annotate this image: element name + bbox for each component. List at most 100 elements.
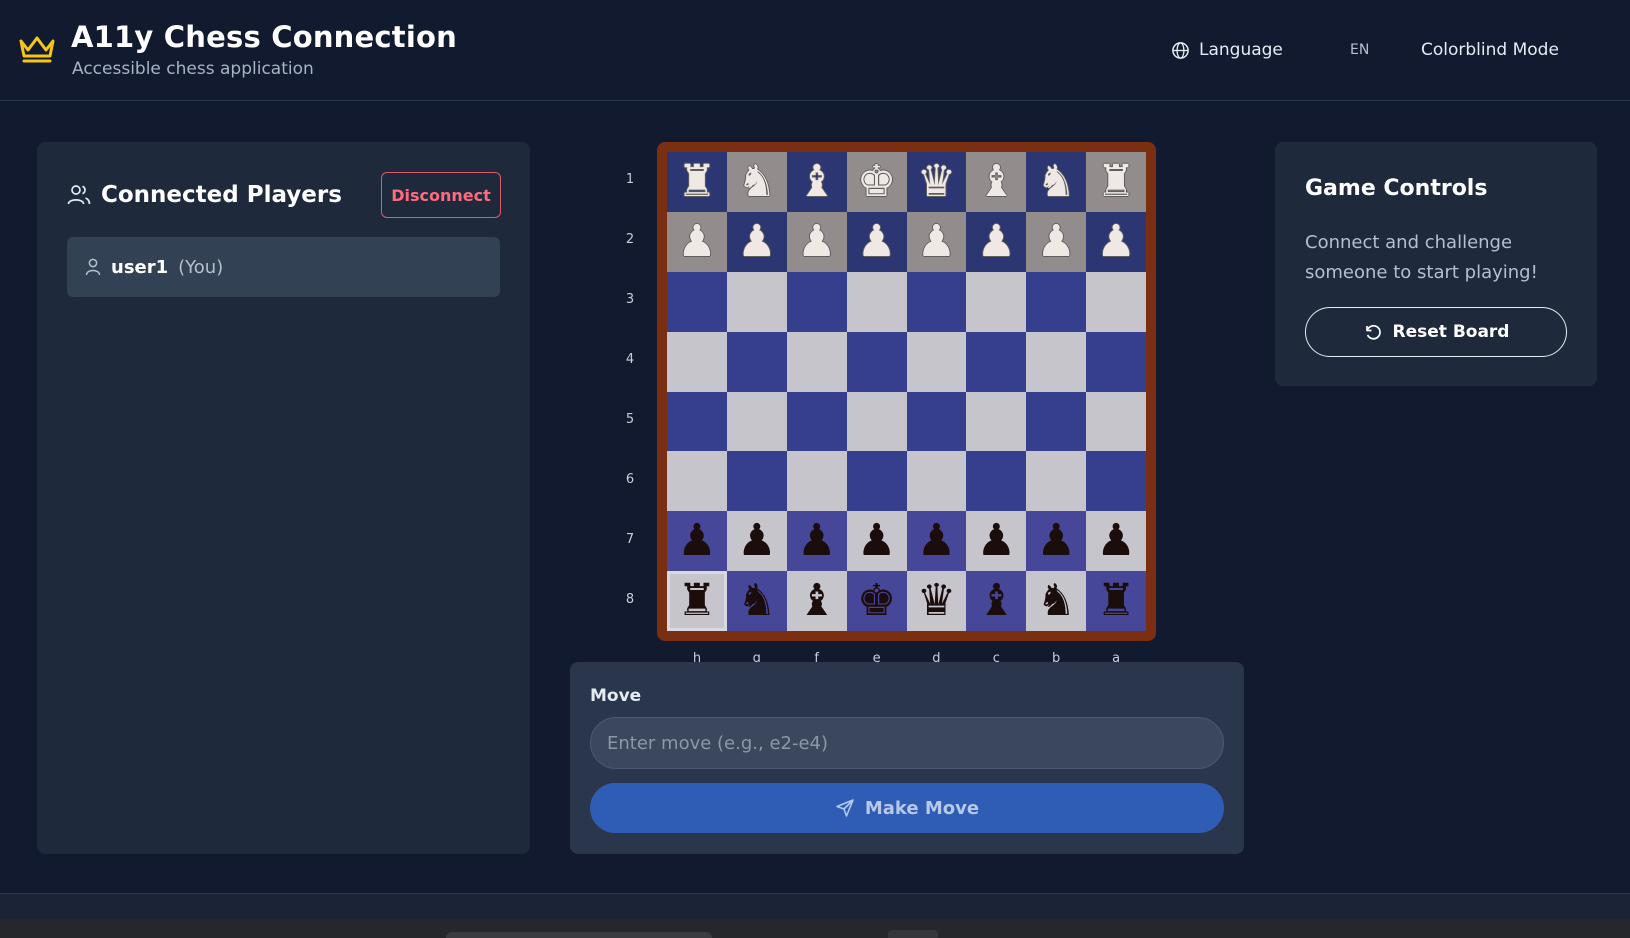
board-square-b2[interactable]: ♟ xyxy=(1026,211,1087,272)
board-square-b3[interactable] xyxy=(1026,271,1087,332)
chess-piece[interactable]: ♟ xyxy=(677,519,716,563)
board-square-g8[interactable]: ♞ xyxy=(726,571,787,631)
player-list-item[interactable]: user1 (You) xyxy=(67,237,500,297)
board-square-c6[interactable] xyxy=(966,451,1027,512)
chess-piece[interactable]: ♛ xyxy=(917,579,956,623)
board-square-e3[interactable] xyxy=(846,271,907,332)
board-square-h7[interactable]: ♟ xyxy=(667,511,727,572)
move-input[interactable] xyxy=(590,717,1224,769)
board-square-d7[interactable]: ♟ xyxy=(906,511,967,572)
board-square-f6[interactable] xyxy=(786,451,847,512)
chess-piece[interactable]: ♝ xyxy=(797,579,836,623)
board-square-a4[interactable] xyxy=(1086,331,1146,392)
board-square-g4[interactable] xyxy=(726,331,787,392)
chess-piece[interactable]: ♜ xyxy=(1096,579,1135,623)
board-square-h1[interactable]: ♜ xyxy=(667,152,727,212)
chess-piece[interactable]: ♟ xyxy=(1036,519,1075,563)
board-square-c8[interactable]: ♝ xyxy=(966,571,1027,631)
chess-piece[interactable]: ♛ xyxy=(917,159,956,204)
board-square-a7[interactable]: ♟ xyxy=(1086,511,1146,572)
board-square-c7[interactable]: ♟ xyxy=(966,511,1027,572)
board-square-d2[interactable]: ♟ xyxy=(906,211,967,272)
chess-piece[interactable]: ♟ xyxy=(1096,219,1135,264)
chess-piece[interactable]: ♟ xyxy=(857,219,896,264)
chess-board[interactable]: ♜ ♞ ♝ ♚ ♛ ♝ ♞ ♜ ♟ ♟ ♟ ♟ ♟ ♟ ♟ ♟ ♟ ♟ ♟ ♟ ♟ ♟ ♟ ♟ ♜ ♞ ♝ ♚ ♛ ♝ ♞ ♜ xyxy=(667,152,1146,631)
board-square-a5[interactable] xyxy=(1086,391,1146,452)
board-square-g7[interactable]: ♟ xyxy=(726,511,787,572)
chess-piece[interactable]: ♚ xyxy=(857,159,896,204)
chess-piece[interactable]: ♟ xyxy=(1036,219,1075,264)
chess-piece[interactable]: ♟ xyxy=(977,219,1016,264)
chess-piece[interactable]: ♞ xyxy=(1036,579,1075,623)
board-square-e7[interactable]: ♟ xyxy=(846,511,907,572)
board-square-b8[interactable]: ♞ xyxy=(1026,571,1087,631)
board-square-d4[interactable] xyxy=(906,331,967,392)
chess-piece[interactable]: ♟ xyxy=(737,519,776,563)
chess-piece[interactable]: ♝ xyxy=(797,159,836,204)
board-square-e4[interactable] xyxy=(846,331,907,392)
board-square-d5[interactable] xyxy=(906,391,967,452)
board-square-e1[interactable]: ♚ xyxy=(846,152,907,212)
board-square-f4[interactable] xyxy=(786,331,847,392)
reset-board-button[interactable]: Reset Board xyxy=(1305,307,1567,357)
board-square-h8[interactable]: ♜ xyxy=(667,571,727,631)
board-square-a8[interactable]: ♜ xyxy=(1086,571,1146,631)
board-square-g2[interactable]: ♟ xyxy=(726,211,787,272)
board-square-g3[interactable] xyxy=(726,271,787,332)
language-button[interactable]: Language xyxy=(1171,36,1283,64)
chess-piece[interactable]: ♟ xyxy=(797,519,836,563)
disconnect-button[interactable]: Disconnect xyxy=(381,172,501,218)
board-square-e2[interactable]: ♟ xyxy=(846,211,907,272)
board-square-f8[interactable]: ♝ xyxy=(786,571,847,631)
board-square-d3[interactable] xyxy=(906,271,967,332)
board-square-e5[interactable] xyxy=(846,391,907,452)
chess-piece[interactable]: ♞ xyxy=(1036,159,1075,204)
chess-piece[interactable]: ♜ xyxy=(677,159,716,204)
board-square-c1[interactable]: ♝ xyxy=(966,152,1027,212)
colorblind-mode-button[interactable]: Colorblind Mode xyxy=(1421,36,1559,64)
board-square-h4[interactable] xyxy=(667,331,727,392)
chess-piece[interactable]: ♝ xyxy=(977,159,1016,204)
language-code-button[interactable]: EN xyxy=(1350,36,1369,64)
board-square-g5[interactable] xyxy=(726,391,787,452)
make-move-button[interactable]: Make Move xyxy=(590,783,1224,833)
board-square-b6[interactable] xyxy=(1026,451,1087,512)
board-square-h3[interactable] xyxy=(667,271,727,332)
taskbar-tab[interactable] xyxy=(446,932,712,938)
board-square-a2[interactable]: ♟ xyxy=(1086,211,1146,272)
chess-piece[interactable]: ♟ xyxy=(857,519,896,563)
board-square-b5[interactable] xyxy=(1026,391,1087,452)
board-square-d8[interactable]: ♛ xyxy=(906,571,967,631)
board-square-b1[interactable]: ♞ xyxy=(1026,152,1087,212)
chess-piece[interactable]: ♟ xyxy=(677,219,716,264)
chess-piece[interactable]: ♜ xyxy=(677,579,716,623)
board-square-f1[interactable]: ♝ xyxy=(786,152,847,212)
chess-piece[interactable]: ♞ xyxy=(737,159,776,204)
chess-piece[interactable]: ♟ xyxy=(977,519,1016,563)
board-square-a3[interactable] xyxy=(1086,271,1146,332)
board-square-c3[interactable] xyxy=(966,271,1027,332)
board-square-h6[interactable] xyxy=(667,451,727,512)
board-square-d6[interactable] xyxy=(906,451,967,512)
board-square-d1[interactable]: ♛ xyxy=(906,152,967,212)
board-square-b4[interactable] xyxy=(1026,331,1087,392)
chess-piece[interactable]: ♟ xyxy=(917,519,956,563)
chess-piece[interactable]: ♝ xyxy=(977,579,1016,623)
chess-piece[interactable]: ♚ xyxy=(857,579,896,623)
board-square-f7[interactable]: ♟ xyxy=(786,511,847,572)
chess-piece[interactable]: ♞ xyxy=(737,579,776,623)
board-square-h5[interactable] xyxy=(667,391,727,452)
chess-piece[interactable]: ♟ xyxy=(1096,519,1135,563)
chess-piece[interactable]: ♜ xyxy=(1096,159,1135,204)
board-square-c5[interactable] xyxy=(966,391,1027,452)
chess-piece[interactable]: ♟ xyxy=(797,219,836,264)
taskbar-tab[interactable] xyxy=(888,930,938,938)
board-square-a1[interactable]: ♜ xyxy=(1086,152,1146,212)
chess-piece[interactable]: ♟ xyxy=(737,219,776,264)
board-square-e8[interactable]: ♚ xyxy=(846,571,907,631)
board-square-f2[interactable]: ♟ xyxy=(786,211,847,272)
board-square-e6[interactable] xyxy=(846,451,907,512)
board-square-a6[interactable] xyxy=(1086,451,1146,512)
board-square-f5[interactable] xyxy=(786,391,847,452)
board-square-b7[interactable]: ♟ xyxy=(1026,511,1087,572)
